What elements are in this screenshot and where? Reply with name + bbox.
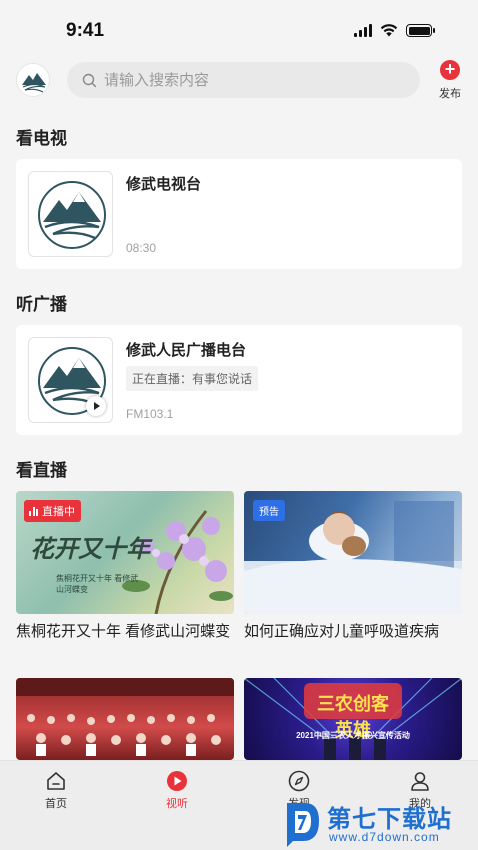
mountain-logo-icon bbox=[22, 73, 46, 93]
section-title-tv: 看电视 bbox=[16, 129, 67, 148]
video-title: 焦桐花开又十年 看修武山河蝶变 bbox=[16, 623, 231, 640]
tv-station-card[interactable]: 修武电视台 08:30 bbox=[16, 159, 462, 269]
publish-label: 发布 bbox=[439, 88, 461, 100]
radio-station-frequency: FM103.1 bbox=[126, 407, 174, 421]
compass-icon bbox=[288, 770, 310, 792]
wifi-icon bbox=[380, 24, 398, 37]
mountain-river-logo-icon bbox=[38, 181, 106, 249]
publish-button[interactable]: + 发布 bbox=[435, 58, 465, 101]
site-watermark: 第七下载站 www.d7down.com bbox=[283, 797, 473, 849]
watermark-name: 第七下载站 bbox=[327, 806, 452, 833]
live-bars-icon bbox=[29, 506, 38, 516]
preview-badge: 预告 bbox=[253, 500, 285, 521]
status-bar: 9:41 bbox=[0, 0, 478, 56]
home-icon bbox=[47, 772, 65, 790]
tab-home[interactable]: 首页 bbox=[16, 770, 96, 811]
play-icon[interactable] bbox=[86, 396, 106, 416]
video-thumbnail: 花开又十年 焦桐花开又十年 看修武山河蝶变 直播中 bbox=[16, 491, 234, 614]
live-badge-label: 直播中 bbox=[42, 506, 75, 518]
header: + 发布 bbox=[0, 58, 478, 104]
video-card[interactable] bbox=[16, 678, 234, 767]
video-thumbnail: 三农创客英雄 2021中国三农人才振兴宣传活动 bbox=[244, 678, 462, 760]
thumb-caption: 2021中国三农人才振兴宣传活动 bbox=[296, 731, 410, 740]
user-icon bbox=[411, 772, 429, 791]
battery-icon bbox=[406, 24, 435, 37]
status-time: 9:41 bbox=[66, 20, 105, 41]
video-card[interactable]: 三农创客英雄 2021中国三农人才振兴宣传活动 bbox=[244, 678, 462, 767]
tv-station-time: 08:30 bbox=[126, 241, 157, 255]
watermark-url: www.d7down.com bbox=[329, 830, 440, 844]
plus-icon: + bbox=[440, 60, 460, 80]
tab-av[interactable]: 视听 bbox=[137, 770, 217, 811]
search-bar[interactable] bbox=[67, 62, 420, 98]
video-card[interactable]: 花开又十年 焦桐花开又十年 看修武山河蝶变 直播中 焦桐花开又十年 看修武山河蝶… bbox=[16, 491, 234, 643]
video-card[interactable]: 预告 如何正确应对儿童呼吸道疾病 bbox=[244, 491, 462, 643]
section-title-live: 看直播 bbox=[16, 461, 67, 480]
video-thumbnail: 预告 bbox=[244, 491, 462, 614]
app-logo-avatar[interactable] bbox=[16, 63, 50, 97]
radio-station-logo bbox=[28, 337, 113, 423]
cellular-signal-icon bbox=[354, 24, 372, 37]
auditorium-crowd-illustration bbox=[16, 678, 234, 756]
thumb-calligraphy-text: 花开又十年 bbox=[30, 534, 150, 563]
section-title-radio: 听广播 bbox=[16, 295, 67, 314]
status-icons bbox=[354, 24, 435, 37]
video-title: 如何正确应对儿童呼吸道疾病 bbox=[244, 623, 440, 640]
radio-station-title: 修武人民广播电台 bbox=[126, 342, 247, 359]
radio-station-card[interactable]: 修武人民广播电台 正在直播：有事您说话 FM103.1 bbox=[16, 325, 462, 435]
thumb-caption: 焦桐花开又十年 看修武山河蝶变 bbox=[56, 574, 139, 594]
tv-station-title: 修武电视台 bbox=[126, 176, 202, 193]
search-input[interactable] bbox=[104, 71, 404, 89]
tv-station-logo bbox=[28, 171, 113, 257]
d7-logo-icon bbox=[287, 803, 319, 847]
now-playing-tag: 正在直播：有事您说话 bbox=[126, 366, 259, 391]
video-thumbnail bbox=[16, 678, 234, 760]
live-badge: 直播中 bbox=[24, 500, 81, 522]
tab-home-label: 首页 bbox=[45, 798, 67, 810]
tab-av-label: 视听 bbox=[166, 798, 188, 810]
play-circle-icon bbox=[167, 771, 187, 791]
search-icon bbox=[82, 73, 97, 87]
